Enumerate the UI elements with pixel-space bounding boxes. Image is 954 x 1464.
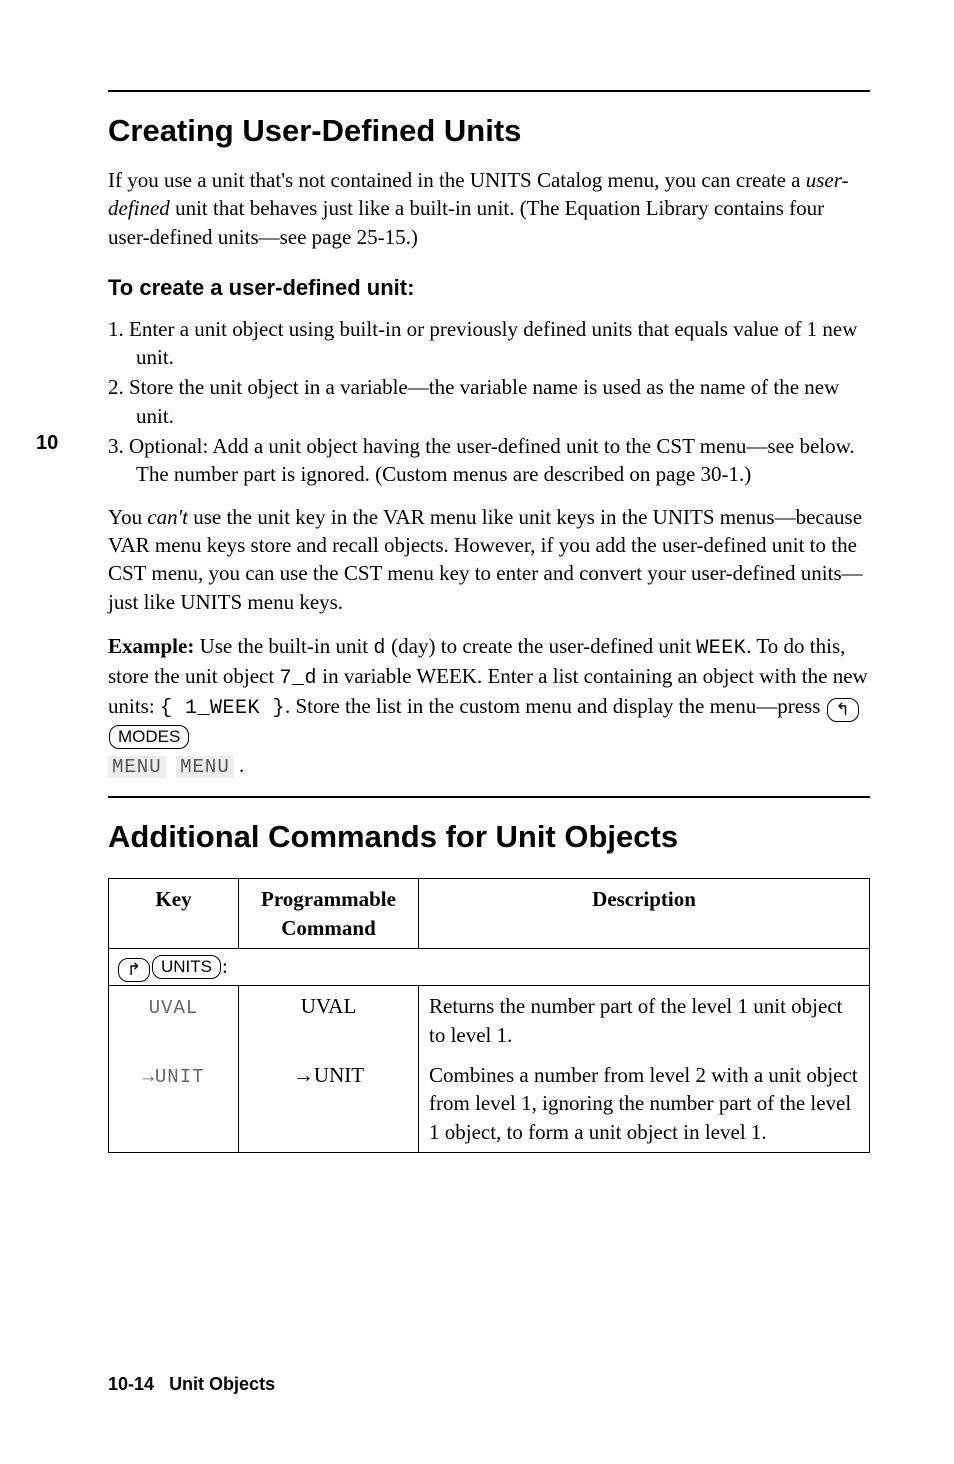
mid-rule [108, 796, 870, 798]
example-a: Use the built-in unit [194, 634, 373, 658]
footer-label: Unit Objects [169, 1374, 275, 1394]
right-shift-key-icon: ↱ [118, 958, 150, 982]
example-mono-7d: 7_d [279, 667, 317, 690]
modes-key: MODES [109, 725, 189, 749]
cell-cmd-unit: →UNIT [239, 1055, 419, 1153]
table-group-row: ↱UNITS: [109, 948, 870, 985]
example-mono-d: d [373, 637, 386, 660]
section-2-title: Additional Commands for Unit Objects [108, 816, 870, 858]
example-mono-week: WEEK [696, 637, 746, 660]
group-cell: ↱UNITS: [109, 948, 870, 985]
note-prefix: You [108, 505, 147, 529]
section-1-title: Creating User-Defined Units [108, 110, 870, 152]
table-header-row: Key Programmable Command Description [109, 879, 870, 949]
cell-desc-unit: Combines a number from level 2 with a un… [419, 1055, 870, 1153]
top-rule [108, 90, 870, 92]
note-em: can't [147, 505, 188, 529]
intro-suffix: unit that behaves just like a built-in u… [108, 196, 824, 248]
note-paragraph: You can't use the unit key in the VAR me… [108, 503, 870, 616]
th-key: Key [109, 879, 239, 949]
softkey-menu-1: MENU [108, 756, 166, 778]
cell-key-unit: →UNIT [109, 1055, 239, 1153]
units-key: UNITS [152, 955, 221, 979]
footer-page: 10-14 [108, 1374, 154, 1394]
note-suffix: use the unit key in the VAR menu like un… [108, 505, 863, 614]
cell-cmd-uval: UVAL [239, 986, 419, 1055]
step-3: 3. Optional: Add a unit object having th… [108, 432, 870, 489]
softkey-menu-2: MENU [176, 756, 234, 778]
intro-paragraph: If you use a unit that's not contained i… [108, 166, 870, 251]
subheading-create: To create a user-defined unit: [108, 273, 870, 303]
example-mono-list: { 1_WEEK } [160, 697, 285, 720]
steps-list: 1. Enter a unit object using built-in or… [108, 315, 870, 489]
cell-key-uval: UVAL [109, 986, 239, 1055]
lcd-uval: UVAL [149, 997, 199, 1019]
lcd-unit: →UNIT [142, 1066, 204, 1088]
page-footer: 10-14 Unit Objects [108, 1372, 275, 1396]
cell-desc-uval: Returns the number part of the level 1 u… [419, 986, 870, 1055]
table-row: →UNIT →UNIT Combines a number from level… [109, 1055, 870, 1153]
left-shift-key-icon: ↰ [827, 698, 859, 722]
table-row: UVAL UVAL Returns the number part of the… [109, 986, 870, 1055]
intro-prefix: If you use a unit that's not contained i… [108, 168, 806, 192]
chapter-margin-number: 10 [36, 430, 58, 457]
example-end: . [234, 753, 245, 777]
example-e: . Store the list in the custom menu and … [285, 694, 826, 718]
example-label: Example: [108, 634, 194, 658]
step-2: 2. Store the unit object in a variable—t… [108, 373, 870, 430]
th-command: Programmable Command [239, 879, 419, 949]
th-description: Description [419, 879, 870, 949]
commands-table: Key Programmable Command Description ↱UN… [108, 878, 870, 1153]
example-paragraph: Example: Use the built-in unit d (day) t… [108, 632, 870, 780]
group-suffix: : [222, 954, 228, 978]
example-b: (day) to create the user-defined unit [386, 634, 696, 658]
step-1: 1. Enter a unit object using built-in or… [108, 315, 870, 372]
